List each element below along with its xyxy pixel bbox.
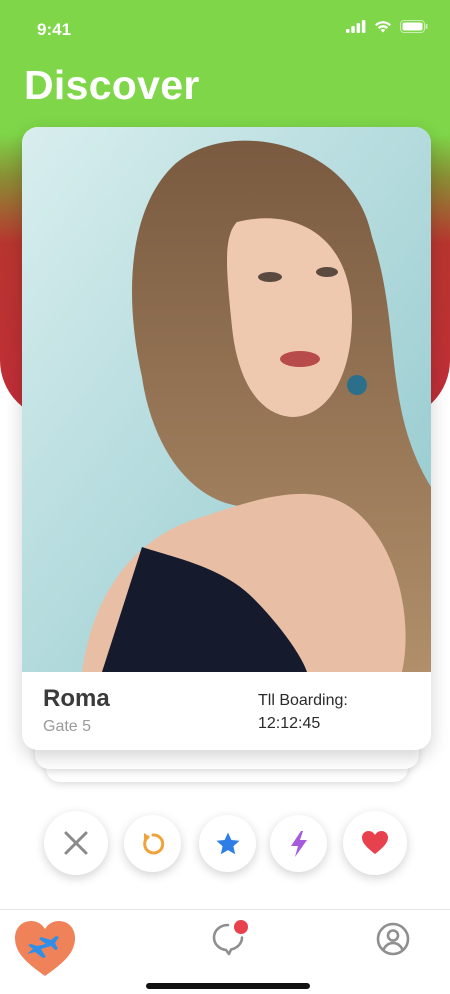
page-title: Discover: [24, 62, 200, 108]
super-like-button[interactable]: [199, 815, 256, 872]
profile-gate: Gate 5: [43, 718, 92, 735]
rewind-button[interactable]: [124, 815, 181, 872]
status-bar: 9:41: [0, 0, 450, 60]
heart-icon: [362, 831, 388, 854]
profile-icon: [376, 922, 410, 956]
boarding-label: Tll Boarding:: [258, 692, 348, 709]
profile-photo: [22, 127, 431, 672]
tab-chat[interactable]: [210, 918, 250, 960]
plane-heart-icon: [15, 921, 75, 976]
close-icon: [64, 831, 88, 855]
profile-name: Roma: [43, 685, 110, 712]
boarding-time: 12:12:45: [258, 715, 321, 732]
home-indicator: [146, 983, 310, 989]
profile-card[interactable]: Roma Gate 5 Tll Boarding: 12:12:45: [22, 127, 431, 750]
status-icons: [346, 20, 428, 33]
status-time: 9:41: [37, 20, 72, 39]
notification-badge: [232, 918, 250, 936]
star-icon: [216, 832, 239, 854]
wifi-icon: [375, 21, 391, 33]
like-button[interactable]: [343, 811, 407, 875]
bolt-icon: [290, 830, 307, 857]
rewind-icon: [142, 832, 164, 854]
card-info-panel: Roma Gate 5 Tll Boarding: 12:12:45: [22, 672, 431, 750]
signal-icon: [346, 20, 366, 33]
boost-button[interactable]: [270, 815, 327, 872]
dislike-button[interactable]: [44, 811, 108, 875]
tab-profile[interactable]: [376, 922, 412, 958]
tab-discover[interactable]: [13, 918, 77, 980]
tab-bar: [0, 909, 450, 994]
battery-icon: [400, 20, 428, 33]
